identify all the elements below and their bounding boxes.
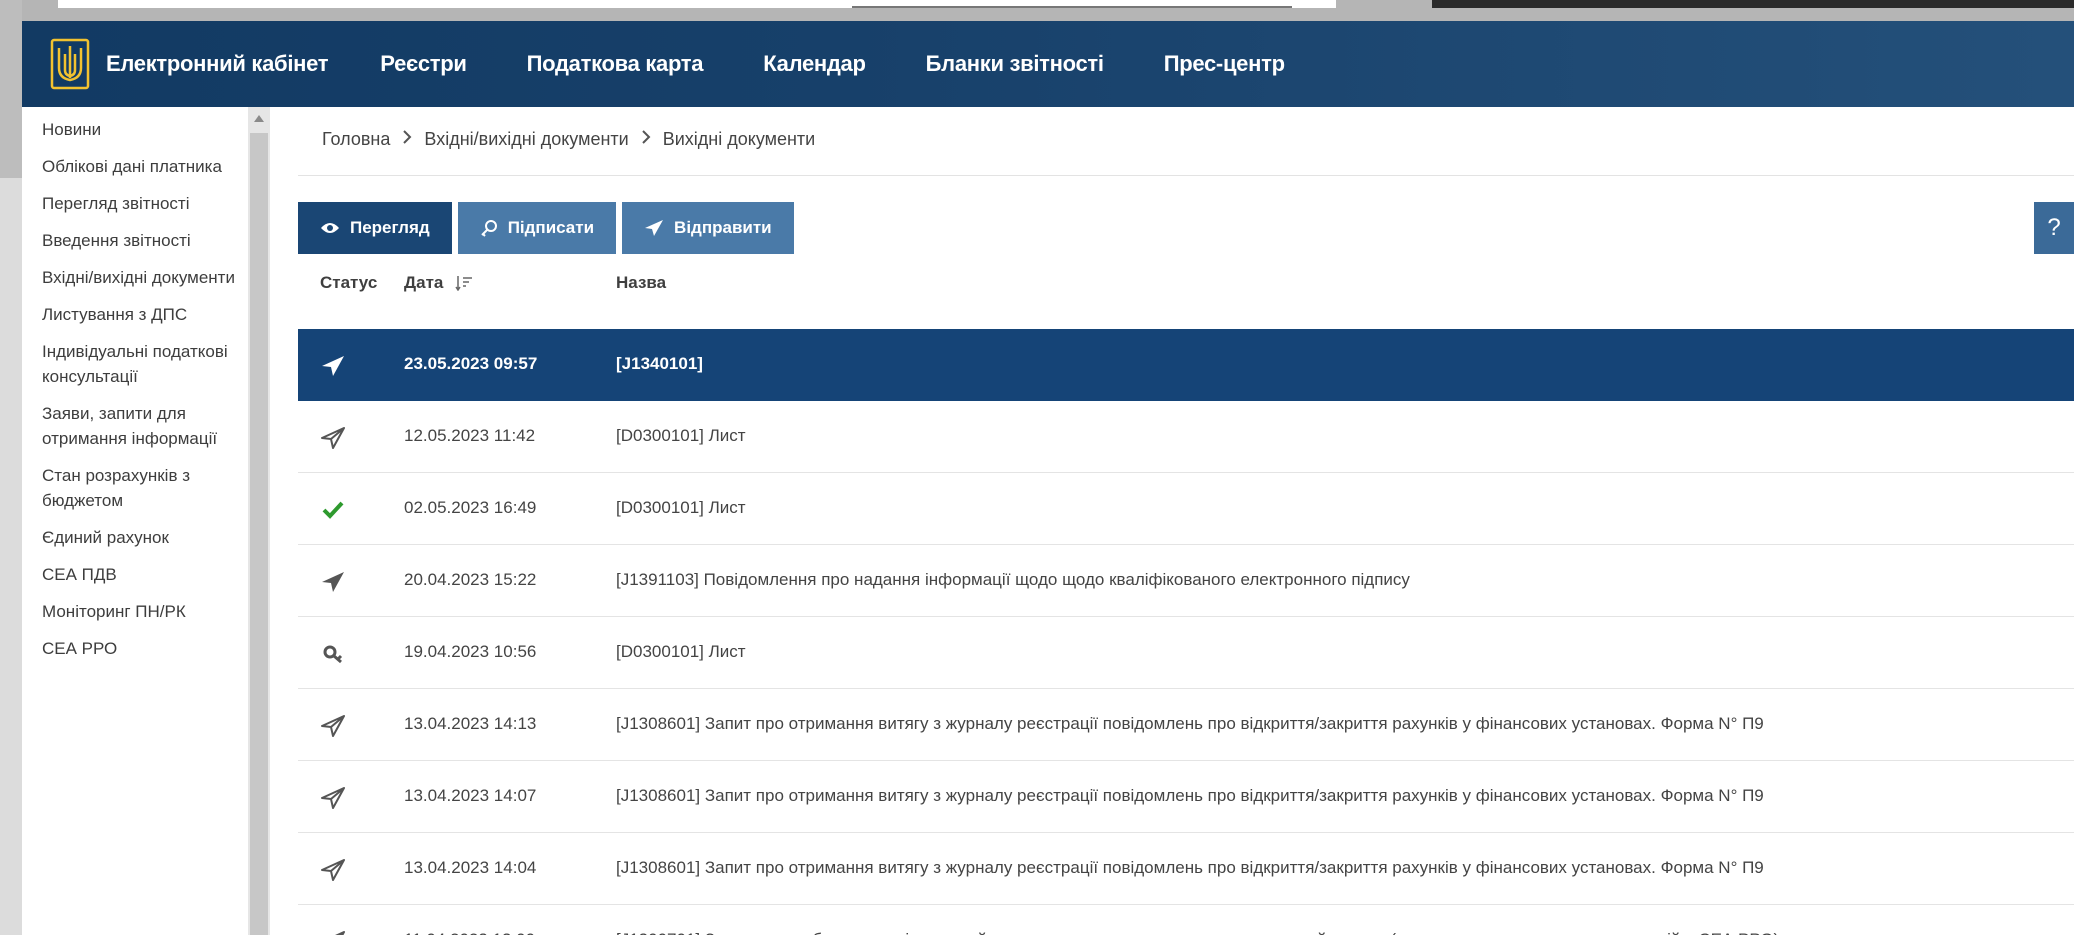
paper-plane-icon <box>644 219 664 237</box>
table-row[interactable]: 11.04.2023 13:00 [J1300701] Запит щодо об… <box>298 905 2074 935</box>
row-date: 13.04.2023 14:07 <box>404 786 537 805</box>
row-name: [D0300101] Лист <box>616 642 746 661</box>
row-date: 19.04.2023 10:56 <box>404 642 537 661</box>
table-row[interactable]: 13.04.2023 14:04 [J1308601] Запит про отр… <box>298 833 2074 905</box>
row-name: [J1391103] Повідомлення про надання інфо… <box>616 570 1410 589</box>
sidebar-item-3[interactable]: Введення звітності <box>22 228 247 253</box>
breadcrumb-current: Вихідні документи <box>662 129 816 149</box>
nav-item-3[interactable]: Календар <box>763 51 866 77</box>
table-row[interactable]: 19.04.2023 10:56 [D0300101] Лист <box>298 617 2074 689</box>
sidebar-item-11[interactable]: Моніторинг ПН/РК <box>22 599 247 624</box>
main-content: Головна Вхідні/вихідні документи Вихідні… <box>270 107 2074 935</box>
scrollbar-thumb[interactable] <box>250 133 268 935</box>
paper-plane-filled-icon <box>320 569 346 595</box>
nav-item-5[interactable]: Прес-центр <box>1164 51 1285 77</box>
sidebar-item-5[interactable]: Листування з ДПС <box>22 302 247 327</box>
checkmark-icon <box>320 497 346 523</box>
row-date: 13.04.2023 14:04 <box>404 858 537 877</box>
nav-item-1[interactable]: Реєстри <box>380 51 467 77</box>
row-name: [J1308601] Запит про отримання витягу з … <box>616 714 1764 733</box>
paper-plane-outline-icon <box>320 785 346 811</box>
trident-logo-icon[interactable] <box>46 36 94 92</box>
row-date: 02.05.2023 16:49 <box>404 498 537 517</box>
send-button[interactable]: Відправити <box>622 202 794 254</box>
nav-item-0[interactable]: Електронний кабінет <box>106 51 329 77</box>
row-date: 20.04.2023 15:22 <box>404 570 537 589</box>
toolbar: Перегляд Підписати Відправити <box>298 202 800 254</box>
row-name: [J1300701] Запит щодо обсягу доходів, на… <box>616 930 1779 935</box>
left-window-edge <box>0 0 22 935</box>
table-row[interactable]: 13.04.2023 14:13 [J1308601] Запит про отр… <box>298 689 2074 761</box>
sidebar-item-6[interactable]: Індивідуальні податкові консультації <box>22 339 247 389</box>
paper-plane-outline-icon <box>320 425 346 451</box>
nav-item-4[interactable]: Бланки звітності <box>926 51 1104 77</box>
sidebar-item-10[interactable]: СЕА ПДВ <box>22 562 247 587</box>
view-button-label: Перегляд <box>350 218 430 237</box>
send-button-label: Відправити <box>674 218 772 237</box>
scroll-up-arrow-icon[interactable] <box>254 115 264 122</box>
sidebar-scrollbar[interactable] <box>248 107 270 935</box>
column-date[interactable]: Дата <box>404 273 473 293</box>
browser-tab[interactable] <box>852 0 1292 8</box>
documents-table: 23.05.2023 09:57 [J1340101] 12.05.2023 11:… <box>298 329 2074 935</box>
nav-item-2[interactable]: Податкова карта <box>527 51 704 77</box>
row-name: [D0300101] Лист <box>616 498 746 517</box>
row-name: [D0300101] Лист <box>616 426 746 445</box>
row-date: 13.04.2023 14:13 <box>404 714 537 733</box>
top-navbar: Електронний кабінет Реєстри Податкова карт… <box>22 21 2074 107</box>
table-row[interactable]: 12.05.2023 11:42 [D0300101] Лист <box>298 401 2074 473</box>
table-row[interactable]: 13.04.2023 14:07 [J1308601] Запит про отр… <box>298 761 2074 833</box>
row-date: 12.05.2023 11:42 <box>404 426 536 445</box>
browser-dark-area <box>1432 0 2074 8</box>
sign-button[interactable]: Підписати <box>457 202 617 254</box>
row-name: [J1308601] Запит про отримання витягу з … <box>616 786 1764 805</box>
breadcrumb-documents[interactable]: Вхідні/вихідні документи <box>424 129 628 150</box>
main-nav: Електронний кабінет Реєстри Податкова карт… <box>106 51 1345 77</box>
column-date-label: Дата <box>404 273 444 292</box>
sidebar: Новини Облікові дані платника Перегляд зві… <box>22 107 270 935</box>
breadcrumb-divider <box>298 175 2074 176</box>
paper-plane-outline-icon <box>320 929 346 935</box>
sort-desc-icon[interactable] <box>455 275 473 291</box>
sidebar-item-7[interactable]: Заяви, запити для отримання інформації <box>22 401 247 451</box>
sidebar-item-2[interactable]: Перегляд звітності <box>22 191 247 216</box>
breadcrumb-home[interactable]: Головна <box>322 129 390 150</box>
table-row[interactable]: 02.05.2023 16:49 [D0300101] Лист <box>298 473 2074 545</box>
row-date: 23.05.2023 09:57 <box>404 354 538 373</box>
chevron-right-icon <box>641 129 651 150</box>
eye-icon <box>320 221 340 235</box>
column-name[interactable]: Назва <box>616 273 666 293</box>
sidebar-item-9[interactable]: Єдиний рахунок <box>22 525 247 550</box>
row-date: 11.04.2023 13:00 <box>404 930 535 935</box>
key-icon <box>480 219 498 237</box>
sidebar-item-1[interactable]: Облікові дані платника <box>22 154 247 179</box>
view-button[interactable]: Перегляд <box>298 202 452 254</box>
chevron-right-icon <box>402 129 412 150</box>
paper-plane-outline-icon <box>320 713 346 739</box>
row-name: [J1340101] <box>616 354 703 373</box>
sidebar-item-8[interactable]: Стан розрахунків з бюджетом <box>22 463 247 513</box>
sidebar-item-4[interactable]: Вхідні/вихідні документи <box>22 265 247 290</box>
paper-plane-filled-icon <box>320 353 346 379</box>
key-icon <box>320 641 346 667</box>
sidebar-item-0[interactable]: Новини <box>22 117 247 142</box>
table-row[interactable]: 20.04.2023 15:22 [J1391103] Повідомлення … <box>298 545 2074 617</box>
table-row[interactable]: 23.05.2023 09:57 [J1340101] <box>298 329 2074 401</box>
help-button[interactable]: ? <box>2034 202 2074 254</box>
column-status[interactable]: Статус <box>320 273 377 293</box>
browser-top-strip <box>0 0 2074 21</box>
breadcrumb: Головна Вхідні/вихідні документи Вихідні… <box>322 129 815 150</box>
row-name: [J1308601] Запит про отримання витягу з … <box>616 858 1764 877</box>
sign-button-label: Підписати <box>507 218 595 237</box>
sidebar-item-12[interactable]: СЕА РРО <box>22 636 247 661</box>
table-header: Статус Дата Назва <box>298 257 2074 309</box>
paper-plane-outline-icon <box>320 857 346 883</box>
